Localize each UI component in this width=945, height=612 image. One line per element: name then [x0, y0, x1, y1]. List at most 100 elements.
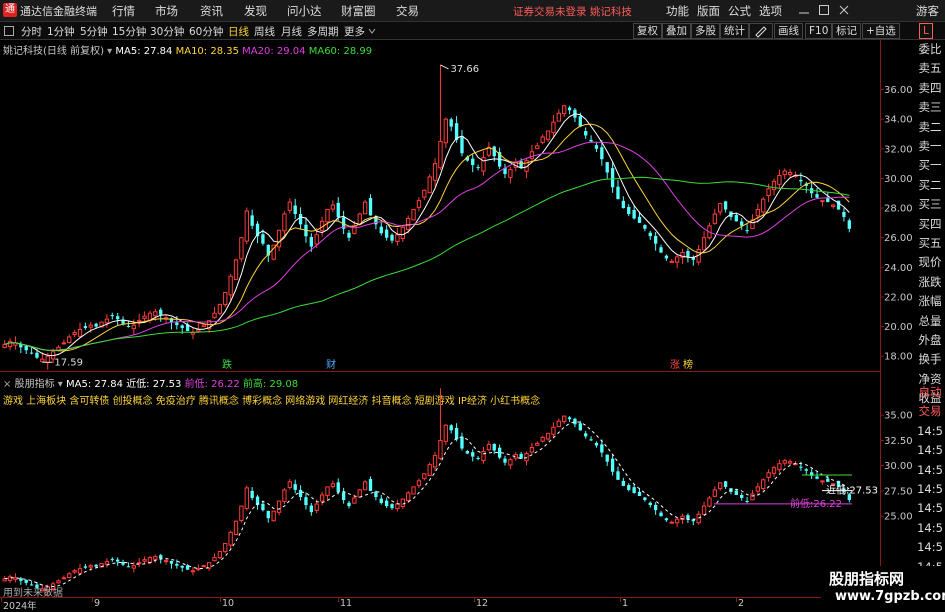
- fuquan-button[interactable]: 复权: [633, 23, 662, 39]
- sidebar-item-8: 买三: [918, 197, 942, 212]
- candle-body: [131, 565, 136, 569]
- minimize-icon[interactable]: [797, 3, 811, 17]
- draw-line-button[interactable]: 画线: [774, 23, 803, 39]
- candle-body: [180, 325, 184, 329]
- menu-zixun[interactable]: 资讯: [200, 3, 223, 19]
- period-more[interactable]: 更多: [344, 24, 365, 39]
- candle-body: [535, 145, 540, 150]
- trade-item-0[interactable]: 自动: [915, 383, 945, 402]
- candle-body: [319, 494, 325, 502]
- mark-button[interactable]: 标记: [832, 23, 861, 39]
- x-tick-mark: [92, 598, 93, 602]
- candle-body: [314, 503, 319, 511]
- x-tick-label: 2024年: [3, 601, 37, 612]
- indicator-toggle-button[interactable]: L: [919, 23, 933, 39]
- period-1min[interactable]: 1分钟: [47, 24, 75, 39]
- multi-stock-button[interactable]: 多股: [691, 23, 720, 39]
- candle-body: [175, 322, 179, 326]
- period-monthly[interactable]: 月线: [281, 24, 302, 39]
- candle-body: [110, 315, 114, 317]
- candle-body: [616, 471, 620, 480]
- guest-label[interactable]: 游客: [916, 3, 939, 19]
- candle-body: [782, 460, 787, 464]
- x-tick-label: 1: [622, 598, 629, 609]
- candle-body: [734, 214, 739, 222]
- candle-body: [804, 469, 808, 471]
- x-tick-label: 12: [476, 598, 489, 609]
- menu-faxian[interactable]: 发现: [244, 3, 267, 19]
- square-icon[interactable]: [2, 24, 16, 38]
- pencil-icon[interactable]: [749, 23, 773, 39]
- candle-body: [777, 174, 782, 185]
- menu-xuanxiang[interactable]: 选项: [759, 3, 782, 19]
- high-arrow: [440, 64, 449, 70]
- candle-body: [212, 312, 217, 319]
- sidebar-item-14: 总量: [918, 313, 942, 328]
- candle-body: [782, 170, 787, 176]
- candle-body: [126, 325, 131, 327]
- candle-body: [390, 504, 394, 509]
- menu-caifuquan[interactable]: 财富圈: [341, 3, 376, 19]
- menu-jiaoyi[interactable]: 交易: [396, 3, 419, 19]
- period-5min[interactable]: 5分钟: [80, 24, 108, 39]
- candle-body: [61, 577, 67, 580]
- chevron-down-icon[interactable]: [367, 25, 377, 37]
- main-candlestick-chart[interactable]: 18.00 20.00 22.00 24.00 26.00 28.00 30.00 32.00…: [0, 40, 915, 371]
- menu-banmian[interactable]: 版面: [697, 3, 720, 19]
- candle-body: [153, 556, 158, 560]
- menu-gongshi[interactable]: 公式: [728, 3, 751, 19]
- event-label[interactable]: 财: [326, 358, 336, 371]
- f10-button[interactable]: F10: [805, 23, 833, 39]
- candle-body: [664, 518, 669, 521]
- candle-body: [674, 518, 680, 524]
- candle-body: [632, 209, 636, 219]
- period-15min[interactable]: 15分钟: [112, 24, 146, 39]
- event-label[interactable]: 跌: [222, 358, 232, 371]
- candle-body: [159, 309, 163, 315]
- close-icon[interactable]: [837, 3, 851, 17]
- event-label[interactable]: 涨: [670, 359, 680, 371]
- menu-wenxiaoda[interactable]: 问小达: [287, 3, 322, 19]
- candle-body: [492, 146, 496, 157]
- candle-body: [341, 492, 346, 501]
- add-watchlist-button[interactable]: +自选: [862, 23, 900, 39]
- candle-body: [621, 480, 626, 486]
- candle-body: [600, 147, 604, 160]
- overlay-button[interactable]: 叠加: [662, 23, 691, 39]
- candle-body: [540, 436, 545, 442]
- candle-body: [411, 486, 416, 495]
- candle-body: [497, 447, 502, 458]
- event-label[interactable]: 榜: [683, 358, 693, 371]
- menu-hangqing[interactable]: 行情: [112, 3, 135, 19]
- sub-indicator-chart[interactable]: 25.00 27.50 30.00 32.50 35.00 近低:27.53前低:26.2…: [0, 373, 915, 597]
- candle-body: [471, 158, 475, 166]
- trade-item-1[interactable]: 交易: [915, 402, 945, 421]
- period-fenshi[interactable]: 分时: [21, 24, 42, 39]
- login-warning[interactable]: 证券交易未登录 姚记科技: [513, 4, 632, 19]
- watermark-url: www.7gpzb.com: [835, 589, 945, 604]
- menu-shichang[interactable]: 市场: [155, 3, 178, 19]
- candle-body: [578, 423, 582, 431]
- candle-body: [196, 329, 201, 332]
- x-tick-label: 11: [340, 598, 353, 609]
- candle-body: [352, 497, 357, 504]
- candle-body: [454, 427, 459, 440]
- maximize-icon[interactable]: [817, 3, 831, 17]
- candle-body: [282, 489, 287, 502]
- candle-body: [643, 225, 647, 229]
- period-60min[interactable]: 60分钟: [189, 24, 223, 39]
- period-daily[interactable]: 日线: [228, 24, 249, 39]
- candle-body: [653, 235, 658, 244]
- candle-body: [61, 342, 67, 345]
- period-30min[interactable]: 30分钟: [150, 24, 184, 39]
- period-weekly[interactable]: 周线: [254, 24, 275, 39]
- candle-body: [701, 505, 707, 515]
- candle-body: [610, 458, 615, 472]
- menu-gongneng[interactable]: 功能: [666, 3, 689, 19]
- candle-body: [244, 210, 249, 242]
- candle-body: [325, 209, 330, 223]
- candle-body: [831, 204, 836, 207]
- period-multi[interactable]: 多周期: [307, 24, 339, 39]
- candle-body: [137, 320, 142, 323]
- stats-button[interactable]: 统计: [720, 23, 749, 39]
